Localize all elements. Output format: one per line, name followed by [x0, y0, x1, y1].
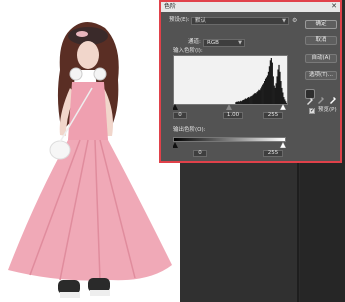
chevron-down-icon: ▼ — [282, 18, 286, 24]
output-levels-slider[interactable] — [173, 142, 286, 148]
panel-divider — [297, 160, 299, 302]
output-white-field[interactable]: 255 — [263, 150, 283, 157]
black-eyedropper-icon[interactable] — [305, 89, 315, 105]
dialog-titlebar[interactable]: 色阶 ✕ — [161, 2, 340, 12]
preview-label: 预览(P) — [318, 107, 337, 113]
histogram — [173, 55, 288, 105]
options-button[interactable]: 选项(T)... — [305, 71, 337, 80]
close-icon[interactable]: ✕ — [331, 2, 337, 11]
preview-checkbox[interactable]: ✓ — [309, 108, 315, 114]
white-eyedropper-icon[interactable] — [329, 89, 339, 104]
channel-label: 通道: — [188, 39, 201, 45]
preset-value: 默认 — [195, 18, 207, 24]
channel-value: RGB — [207, 40, 219, 46]
panel-column-right — [300, 160, 345, 302]
output-white-handle[interactable] — [279, 142, 286, 148]
input-black-field[interactable]: 0 — [173, 112, 187, 119]
gray-eyedropper-icon[interactable] — [317, 89, 327, 104]
auto-button[interactable]: 自动(A) — [305, 54, 337, 63]
histogram-chart — [235, 58, 288, 104]
gear-icon[interactable]: ⚙ — [292, 17, 297, 25]
ok-button[interactable]: 确定 — [305, 20, 337, 29]
input-black-handle[interactable] — [173, 104, 178, 110]
input-levels-label: 输入色阶(I): — [173, 48, 203, 54]
histogram-bar — [286, 103, 288, 104]
chevron-down-icon: ▼ — [238, 40, 242, 46]
input-gamma-field[interactable]: 1.00 — [223, 112, 243, 119]
image-canvas[interactable] — [0, 0, 180, 302]
input-gamma-handle[interactable] — [226, 104, 232, 110]
input-white-handle[interactable] — [279, 104, 286, 110]
preset-select[interactable]: 默认 ▼ — [191, 17, 289, 25]
channel-select[interactable]: RGB ▼ — [203, 39, 245, 47]
input-white-field[interactable]: 255 — [263, 112, 283, 119]
dialog-title: 色阶 — [164, 3, 177, 10]
panel-column — [180, 160, 298, 302]
output-levels-label: 输出色阶(O): — [173, 127, 206, 133]
output-black-handle[interactable] — [173, 142, 178, 148]
output-black-field[interactable]: 0 — [193, 150, 207, 157]
cancel-button[interactable]: 取消 — [305, 36, 337, 45]
preset-label: 预设(E): — [169, 17, 190, 23]
input-levels-slider[interactable] — [173, 104, 286, 110]
levels-dialog: 色阶 ✕ 预设(E): 默认 ▼ ⚙ 通道: RGB ▼ 输入色阶(I): 0 … — [159, 0, 342, 163]
photo-model-in-pink-dress — [8, 21, 172, 298]
